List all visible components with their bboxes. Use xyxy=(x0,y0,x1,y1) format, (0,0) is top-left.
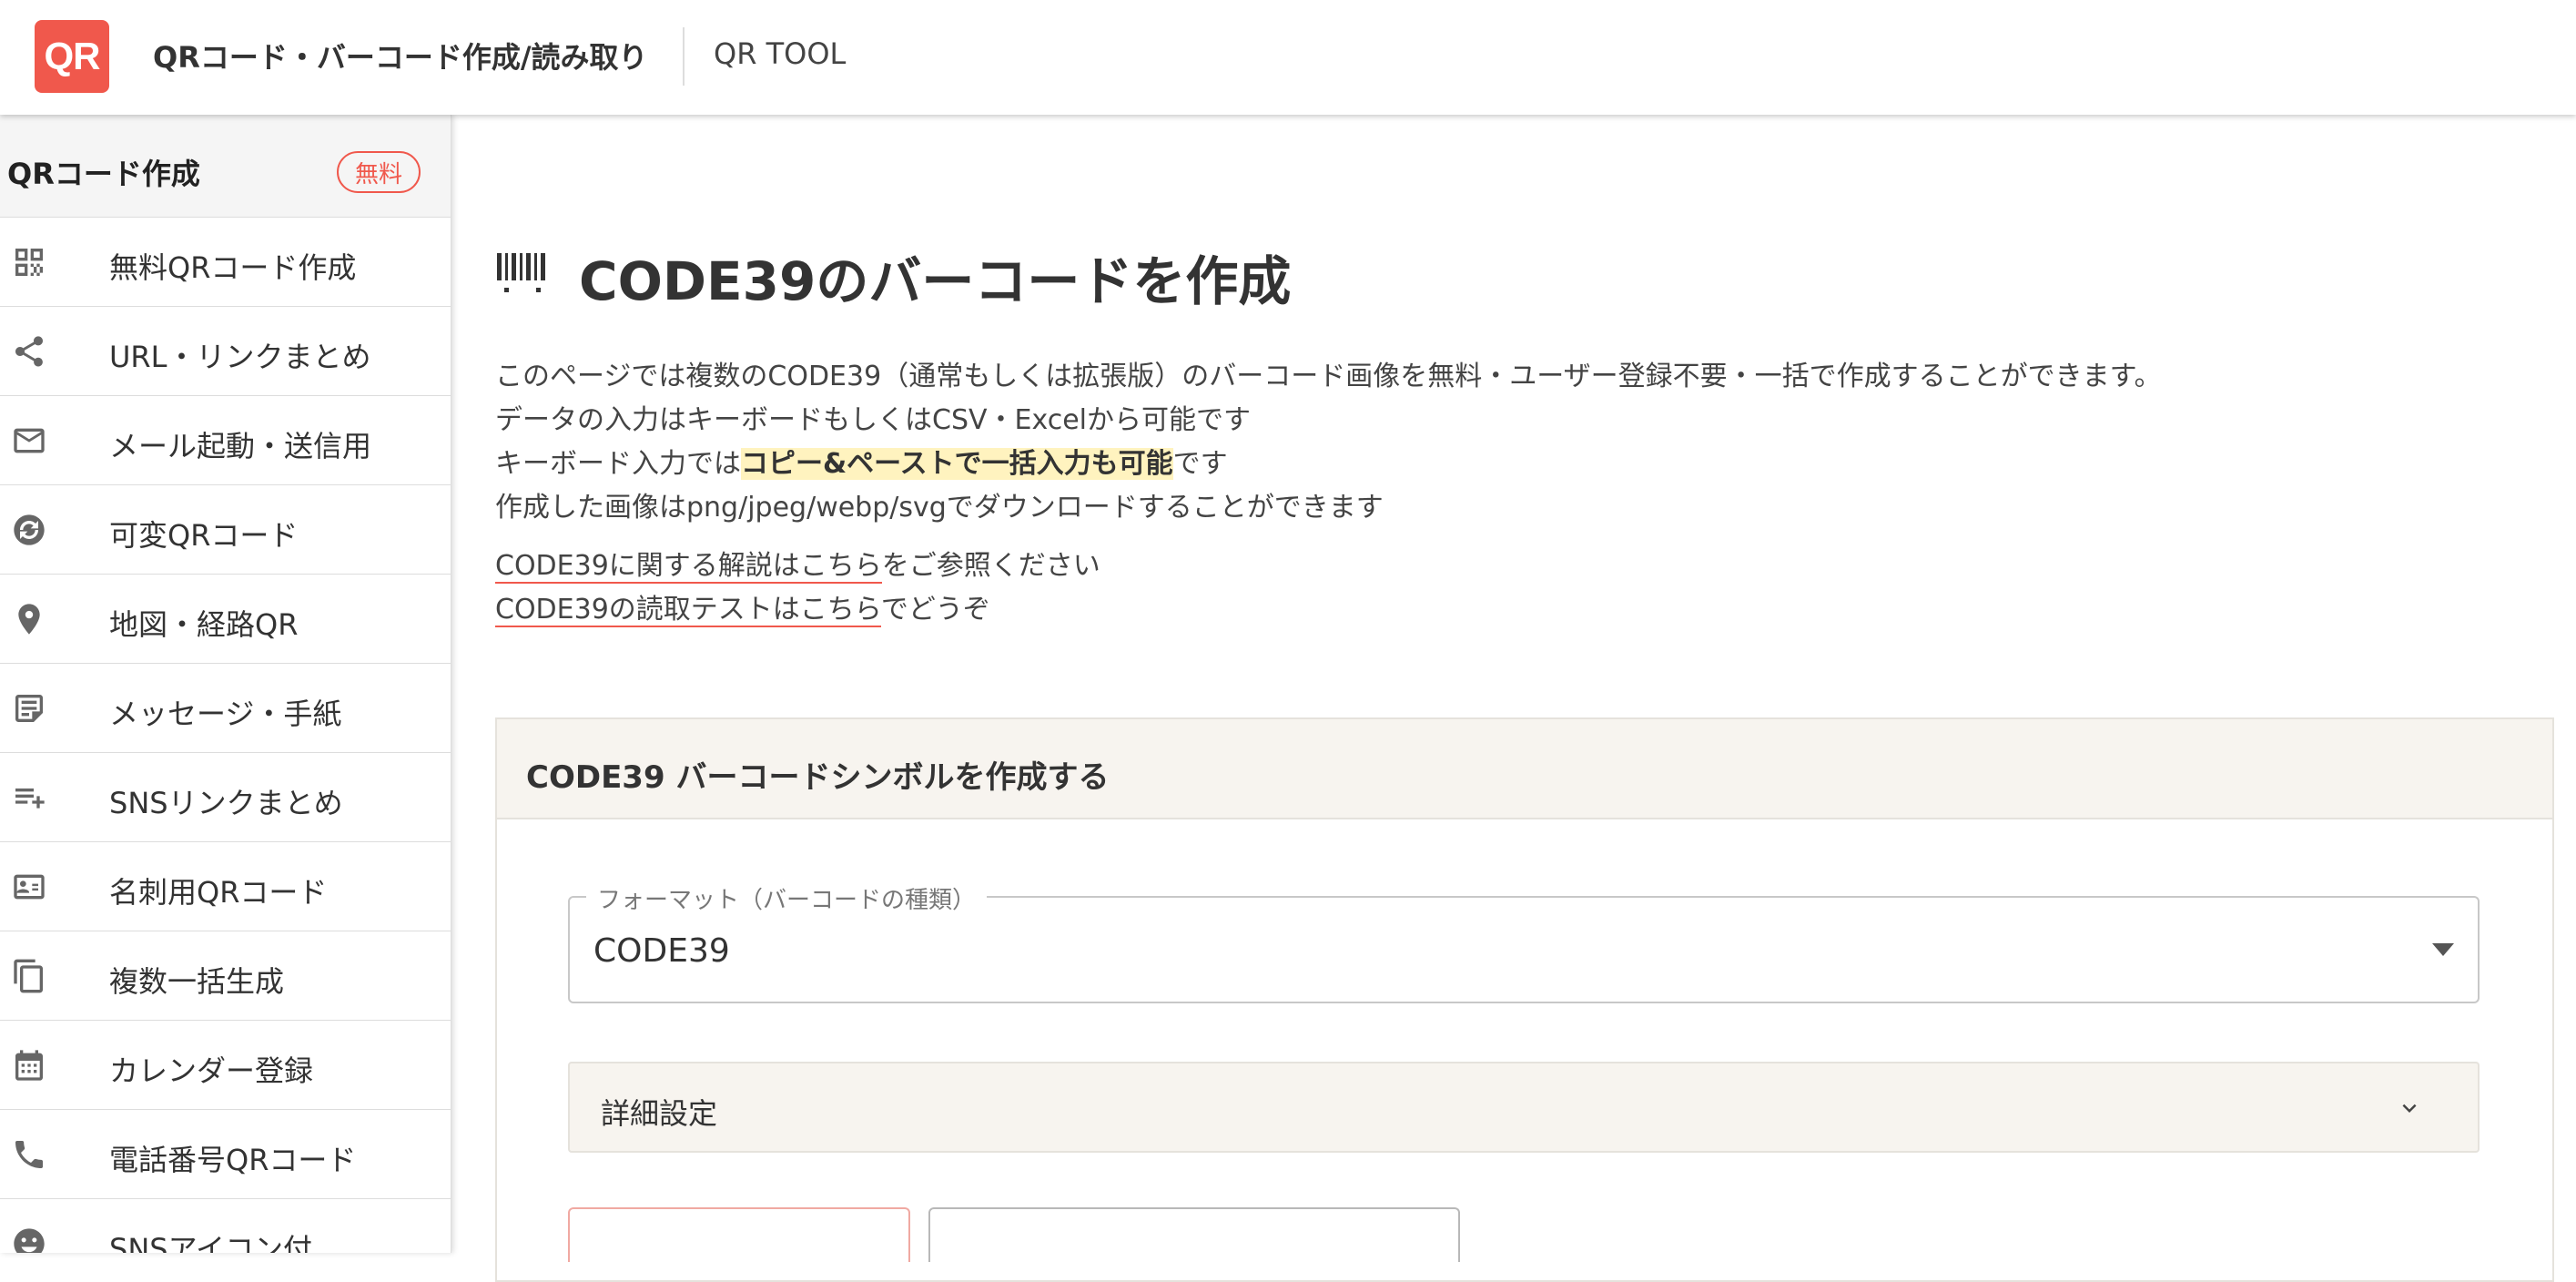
sidebar-item-label: 可変QRコード xyxy=(109,518,299,553)
app-header: QR QRコード・バーコード作成/読み取り QR TOOL xyxy=(0,0,2576,115)
sidebar-item-label: 複数一括生成 xyxy=(109,964,285,999)
sidebar-item-label: SNSアイコン付 xyxy=(109,1232,312,1253)
barcode-icon xyxy=(497,253,548,297)
qr-code-icon xyxy=(11,244,47,280)
code39-explanation-link[interactable]: CODE39に関する解説はこちら xyxy=(495,550,882,584)
description-line-3: キーボード入力ではコピー&ペーストで一括入力も可能です xyxy=(495,441,1228,481)
sidebar-item-label: メール起動・送信用 xyxy=(109,429,372,463)
explanation-link-suffix: をご参照ください xyxy=(881,550,1100,582)
playlist-add-icon xyxy=(11,779,47,816)
chevron-down-icon xyxy=(2396,1094,2423,1122)
site-logo[interactable]: QR xyxy=(35,20,109,93)
sidebar-item-label: カレンダー登録 xyxy=(109,1053,314,1088)
share-icon xyxy=(11,333,47,370)
sidebar-item-label: 地図・経路QR xyxy=(109,607,299,642)
sidebar-item-url-links[interactable]: URL・リンクまとめ xyxy=(0,307,451,396)
sidebar-item-business-card[interactable]: 名刺用QRコード xyxy=(0,842,451,931)
sidebar-item-bulk[interactable]: 複数一括生成 xyxy=(0,931,451,1021)
sidebar-item-calendar[interactable]: カレンダー登録 xyxy=(0,1021,451,1110)
barcode-create-card: CODE39 バーコードシンボルを作成する フォーマット（バーコードの種類） C… xyxy=(495,717,2554,1282)
header-subtitle[interactable]: QR TOOL xyxy=(714,36,846,71)
reader-test-link-line: CODE39の読取テストはこちらでどうぞ xyxy=(495,586,990,627)
reader-test-link-suffix: でどうぞ xyxy=(880,594,990,626)
note-icon xyxy=(11,690,47,727)
sidebar-item-sns-links[interactable]: SNSリンクまとめ xyxy=(0,753,451,842)
calendar-icon xyxy=(11,1047,47,1084)
site-title[interactable]: QRコード・バーコード作成/読み取り xyxy=(153,35,648,76)
sidebar-item-label: メッセージ・手紙 xyxy=(109,697,342,731)
sidebar-item-label: 名刺用QRコード xyxy=(109,875,328,910)
sidebar-item-label: URL・リンクまとめ xyxy=(109,340,371,374)
description-line-2: データの入力はキーボードもしくはCSV・Excelから可能です xyxy=(495,404,1251,436)
description-line-3-prefix: キーボード入力では xyxy=(495,448,741,480)
sidebar-item-mail[interactable]: メール起動・送信用 xyxy=(0,396,451,485)
description-line-1: このページでは複数のCODE39（通常もしくは拡張版）のバーコード画像を無料・ユ… xyxy=(495,361,2162,392)
sidebar-header: QRコード作成 無料 xyxy=(0,115,451,218)
header-divider xyxy=(683,27,685,86)
advanced-settings-accordion[interactable]: 詳細設定 xyxy=(568,1062,2480,1153)
mail-icon xyxy=(11,422,47,459)
smiley-icon xyxy=(11,1226,47,1253)
input-mode-tab-keyboard[interactable] xyxy=(568,1207,910,1262)
format-select-value: CODE39 xyxy=(593,932,730,970)
free-badge: 無料 xyxy=(337,151,421,193)
sidebar-item-map[interactable]: 地図・経路QR xyxy=(0,575,451,664)
sidebar-header-title: QRコード作成 xyxy=(7,157,200,191)
description-line-3-suffix: です xyxy=(1172,448,1228,480)
phone-icon xyxy=(11,1136,47,1173)
format-select-label: フォーマット（バーコードの種類） xyxy=(586,881,988,915)
sidebar: QRコード作成 無料 無料QRコード作成 URL・リンクまとめ メール起動・送信… xyxy=(0,115,451,1253)
sidebar-item-label: SNSリンクまとめ xyxy=(109,786,343,820)
card-header: CODE39 バーコードシンボルを作成する xyxy=(497,719,2552,819)
sidebar-item-label: 無料QRコード作成 xyxy=(109,250,357,285)
sidebar-item-sns-icon[interactable]: SNSアイコン付 xyxy=(0,1199,451,1253)
sidebar-item-free-qr[interactable]: 無料QRコード作成 xyxy=(0,218,451,307)
sidebar-item-phone[interactable]: 電話番号QRコード xyxy=(0,1110,451,1199)
sidebar-item-dynamic-qr[interactable]: 可変QRコード xyxy=(0,485,451,575)
input-mode-tab-file[interactable] xyxy=(928,1207,1460,1262)
highlight-text: コピー&ペーストで一括入力も可能 xyxy=(741,448,1173,480)
description-line-4: 作成した画像はpng/jpeg/webp/svgでダウンロードすることができます xyxy=(495,492,1384,524)
card-title: CODE39 バーコードシンボルを作成する xyxy=(526,759,1110,796)
contact-card-icon xyxy=(11,869,47,905)
map-pin-icon xyxy=(11,601,47,637)
copy-icon xyxy=(11,958,47,994)
dropdown-arrow-icon xyxy=(2432,943,2454,956)
explanation-link-line: CODE39に関する解説はこちらをご参照ください xyxy=(495,543,1100,584)
page-title: CODE39のバーコードを作成 xyxy=(579,250,1292,312)
main-content: CODE39のバーコードを作成 このページでは複数のCODE39（通常もしくは拡… xyxy=(451,115,2576,1282)
sidebar-item-message[interactable]: メッセージ・手紙 xyxy=(0,664,451,753)
advanced-settings-label: 詳細設定 xyxy=(601,1096,718,1131)
format-select[interactable]: フォーマット（バーコードの種類） CODE39 xyxy=(568,881,2480,1003)
sidebar-item-label: 電話番号QRコード xyxy=(109,1143,357,1177)
refresh-circle-icon xyxy=(11,512,47,548)
code39-reader-test-link[interactable]: CODE39の読取テストはこちら xyxy=(495,594,881,627)
